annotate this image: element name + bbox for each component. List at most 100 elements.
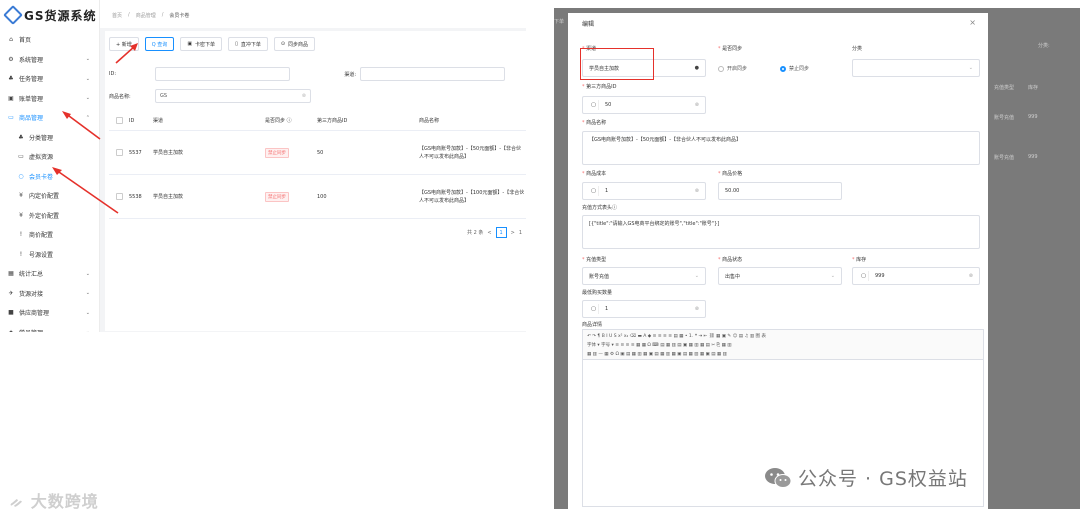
search-button[interactable]: Q 查询 [144,37,175,51]
sidebar-item-label: 号源设置 [29,251,54,259]
flag-icon: ! [19,250,23,258]
type-label-text: 充值类型 [586,257,607,263]
category-select[interactable]: ⌄ [852,59,980,77]
sync-on-radio[interactable]: 开启同步 [718,65,747,72]
table-row[interactable]: 5537 学员自主加款 禁止同步 50 【GS电商账号加款】-【50元面额】-【… [109,131,526,175]
price-input[interactable]: 50.00 [718,182,842,200]
card-icon: ○ [18,172,24,180]
name-input[interactable]: GS ⊗ [155,89,311,103]
sidebar-item[interactable]: ♣ 任务管理 ⌄ [0,69,99,89]
watermark-logo-icon: ᨀ [10,492,25,511]
status-select[interactable]: 出售中 ⌄ [718,267,842,285]
name-textarea[interactable]: 【GS电商账号加款】-【50元面额】-【非合伙人不可以发布此商品】 [582,131,980,165]
clear-icon[interactable]: ⊗ [695,102,699,108]
cost-input[interactable]: ▢ 1 ⊗ [582,182,706,200]
clear-icon[interactable]: ⊗ [695,188,699,194]
jump-page-input[interactable]: 1 [519,230,522,236]
task-icon: ♣ [8,75,14,83]
channel-label: 渠道: [344,71,356,78]
sidebar-item[interactable]: ¥ 内定价配置 [0,186,99,206]
breadcrumb-home[interactable]: 首页 [112,12,122,19]
editor-toolbar-row[interactable]: ▦ ▥ — ▦ ⚙ Ω ▣ ▤ ▦ ▥ ▦ ▣ ▤ ▦ ▥ ▦ ▣ ▤ ▦ ▥ … [587,350,979,359]
card-icon: ▣ [187,41,193,47]
table-row[interactable]: 5538 学员自主加款 禁止同步 100 【GS电商账号加款】-【100元面额】… [109,175,526,219]
select-all-checkbox[interactable] [115,117,123,124]
third-id-input[interactable]: ▢ 50 ⊗ [582,96,706,114]
sidebar-item-label: 货源对接 [19,290,44,298]
wechat-icon [765,467,792,488]
editor-toolbar-row[interactable]: ↶ ↷ ¶ B I U S x² x₂ ⌫ ▬ A ◆ ≡ ≡ ≡ ≡ ▤ ▦ … [587,332,979,341]
type-label: * 充值类型 [582,257,607,263]
number-icon: ▢ [589,100,599,110]
stock-label-text: 库存 [856,257,867,263]
price-label-text: 商品价格 [722,171,743,177]
stock-label: * 库存 [852,257,867,263]
student-icon: ✦ [7,329,15,332]
sidebar-item[interactable]: ! 号源设置 [0,245,99,265]
recharge-label: 充值方式表头ⓘ [582,205,618,211]
status-label-text: 商品状态 [722,257,743,263]
editor-toolbar[interactable]: ↶ ↷ ¶ B I U S x² x₂ ⌫ ▬ A ◆ ≡ ≡ ≡ ≡ ▤ ▦ … [582,329,984,359]
breadcrumb-products[interactable]: 商品管理 [136,12,156,19]
sync-label: 同步商品 [288,41,309,48]
sync-off-radio[interactable]: 禁止同步 [780,65,809,72]
watermark-right: 公众号 · GS权益站 [764,464,968,491]
admin-screenshot: GS货源系统 ⌂ 首页 ⚙ 系统管理 ⌄ ♣ 任务管理 ⌄ ▣ 账单管理 ⌄ ▭ 商品管理 ⌃ ♣ 分类管理 ▭… [0,0,526,332]
app-logo: GS货源系统 [0,0,99,30]
sidebar-item[interactable]: ✦ 学员管理 ⌄ [0,323,99,332]
add-button[interactable]: + 新增 [109,37,139,51]
clear-icon[interactable]: ⊗ [695,306,699,312]
sidebar-item[interactable]: ⌂ 首页 [0,30,99,50]
cost-label-text: 商品成本 [586,171,607,177]
card-order-button[interactable]: ▣ 卡密下单 [180,37,223,51]
recharge-textarea[interactable]: [{"title":"请输入GS电商平台绑定的账号","title":"账号"}… [582,215,980,249]
sidebar-item-label: 商价配置 [29,232,54,240]
sync-button[interactable]: ⊙ 同步商品 [273,37,316,51]
channel-input[interactable] [360,67,505,81]
sidebar-item[interactable]: ▣ 账单管理 ⌄ [0,89,99,109]
limit-label: 最低购买数量 [582,290,613,296]
chevron-icon: ⌄ [85,270,90,277]
clear-icon[interactable]: ⊗ [302,93,306,99]
page-1-button[interactable]: 1 [495,227,507,238]
sidebar-item[interactable]: ♣ 分类管理 [0,128,99,148]
sidebar-item[interactable]: ✈ 货源对接 ⌄ [0,284,99,304]
clear-icon[interactable]: ⊗ [969,273,973,279]
stock-input[interactable]: ▢ 999 ⊗ [852,267,980,285]
sidebar-item[interactable]: ▭ 虚拟资源 [0,147,99,167]
row-checkbox[interactable] [115,193,123,200]
next-page-button[interactable]: > [511,230,515,236]
sidebar-item[interactable]: ⚙ 系统管理 ⌄ [0,50,99,70]
row-checkbox[interactable] [115,149,123,156]
diamond-logo-icon [3,5,23,25]
sidebar-item[interactable]: ▭ 商品管理 ⌃ [0,108,99,128]
cell-channel: 学员自主加款 [153,194,184,200]
col-id: ID [129,117,135,124]
direct-order-button[interactable]: ▯ 直冲下单 [228,37,268,51]
app-name: GS货源系统 [24,8,97,23]
breadcrumb-sep: / [161,12,164,18]
category-icon: ♣ [18,133,24,141]
sidebar-item-label: 分类管理 [29,134,54,142]
sidebar-item[interactable]: ! 商价配置 [0,225,99,245]
chevron-down-icon: ⌄ [830,273,835,279]
direct-order-label: 直冲下单 [240,41,261,48]
number-icon: ▢ [859,271,869,281]
stock-value: 999 [875,273,885,279]
type-select[interactable]: 账号充值 ⌄ [582,267,706,285]
breadcrumb-current: 会员卡卷 [169,13,190,19]
id-input[interactable] [155,67,290,81]
sidebar-item[interactable]: ■ 供应商管理 ⌄ [0,303,99,323]
toolbar: + 新增 Q 查询 ▣ 卡密下单 ▯ 直冲下单 ⊙ 同步商品 [109,37,316,51]
prev-page-button[interactable]: < [487,230,491,236]
sidebar-item[interactable]: ¥ 外定价配置 [0,206,99,226]
sidebar-item[interactable]: ○ 会员卡卷 [0,167,99,187]
close-icon[interactable]: × [969,18,976,27]
limit-input[interactable]: ▢ 1 ⊗ [582,300,706,318]
cell-third-id: 100 [317,193,327,200]
editor-toolbar-row[interactable]: 字体 ▾ 字号 ▾ ≡ ≡ ≡ ≡ ▦ ▦ Ω ⌨ ▤ ▦ ▥ ▤ ▣ ▦ ▥ … [587,341,979,350]
dialog-title: 编辑 [582,20,595,28]
name-label: 商品名称: [109,93,131,100]
sidebar-item-label: 任务管理 [19,76,44,84]
sidebar-item[interactable]: ▦ 统计汇总 ⌄ [0,264,99,284]
